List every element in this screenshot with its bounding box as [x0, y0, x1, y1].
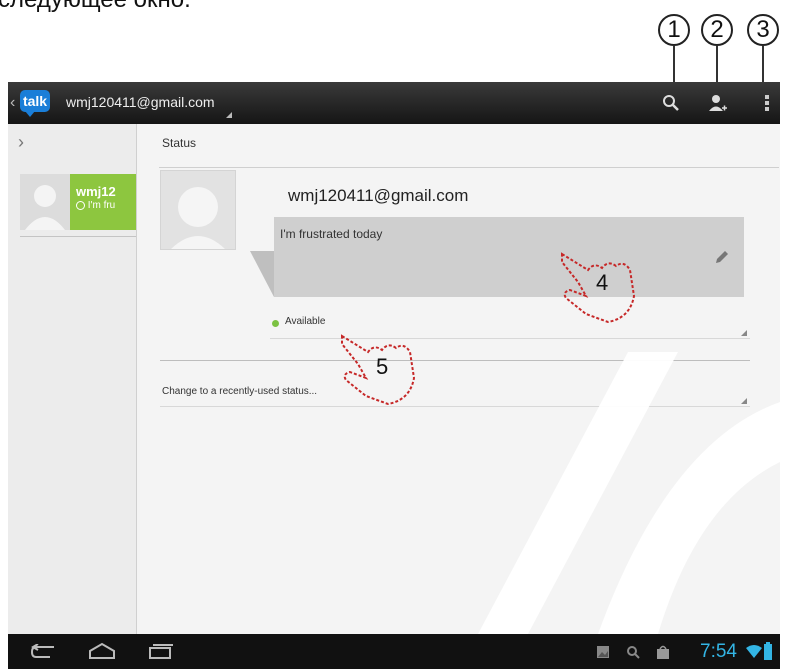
search-status-icon [627, 646, 640, 659]
talk-logo[interactable]: talk [20, 90, 50, 117]
battery-icon [764, 642, 772, 660]
gallery-icon [597, 646, 609, 658]
action-bar: ‹ talk wmj120411@gmail.com [8, 82, 780, 124]
expand-chevron-icon[interactable]: › [18, 132, 24, 153]
divider [159, 167, 779, 168]
page-caption: следующее окно. [0, 0, 191, 14]
status-heading: Status [162, 136, 197, 150]
status-message-text: I'm frustrated today [280, 227, 383, 241]
callout-4: 4 [596, 270, 609, 295]
availability-dot-icon [272, 320, 279, 327]
up-caret-icon[interactable]: ‹ [10, 94, 15, 112]
availability-spinner[interactable]: Available [285, 316, 325, 327]
callout-1: 1 [658, 14, 690, 46]
contact-status: I'm fru [76, 200, 115, 211]
home-icon[interactable] [88, 642, 116, 660]
clock: 7:54 [700, 641, 737, 662]
spinner-triangle-icon [226, 112, 232, 118]
account-spinner[interactable]: wmj120411@gmail.com [66, 94, 215, 110]
contact-status-text: I'm fru [87, 200, 116, 211]
status-ring-icon [76, 200, 85, 210]
contact-list-item[interactable]: wmj12 I'm fru [20, 174, 136, 230]
search-icon[interactable] [662, 94, 680, 112]
contacts-pane: › wmj12 I'm fru [8, 124, 137, 634]
divider [20, 236, 136, 237]
callout-2: 2 [701, 14, 733, 46]
add-person-icon[interactable] [708, 94, 728, 112]
recent-apps-icon[interactable] [148, 643, 174, 659]
watermark [478, 352, 780, 634]
overflow-menu-icon[interactable] [764, 94, 770, 112]
profile-email: wmj120411@gmail.com [288, 186, 469, 205]
bubble-tail [250, 251, 274, 297]
contact-name: wmj12 [76, 184, 116, 199]
callout-5: 5 [376, 354, 389, 379]
system-bar: 7:54 [8, 634, 780, 669]
contact-avatar [20, 174, 70, 230]
recent-status-spinner[interactable]: Change to a recently-used status... [162, 386, 317, 397]
contact-info: wmj12 I'm fru [70, 174, 136, 230]
edit-pencil-icon[interactable] [714, 249, 730, 265]
back-icon[interactable] [30, 644, 56, 660]
store-bag-icon [657, 645, 669, 659]
callout-3: 3 [747, 14, 779, 46]
profile-avatar[interactable] [160, 170, 236, 250]
status-message-field[interactable]: I'm frustrated today [274, 217, 744, 297]
wifi-icon [746, 645, 762, 658]
